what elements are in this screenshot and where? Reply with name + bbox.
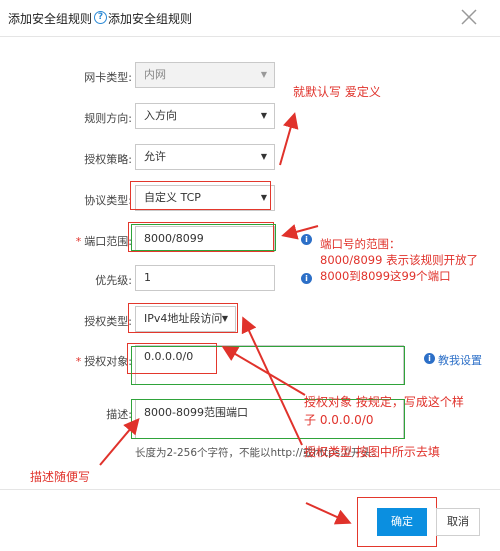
annotation-arrows (99, 112, 352, 525)
arrow-ok (305, 502, 352, 525)
arrow-description (99, 417, 140, 466)
cancel-button[interactable]: 取消 (436, 508, 480, 536)
footer-divider (0, 489, 500, 490)
arrow-auth-type (241, 316, 303, 446)
ok-button[interactable]: 确定 (377, 508, 427, 536)
arrow-default (279, 112, 299, 166)
arrow-port (281, 224, 319, 240)
arrow-auth-object (221, 345, 306, 396)
